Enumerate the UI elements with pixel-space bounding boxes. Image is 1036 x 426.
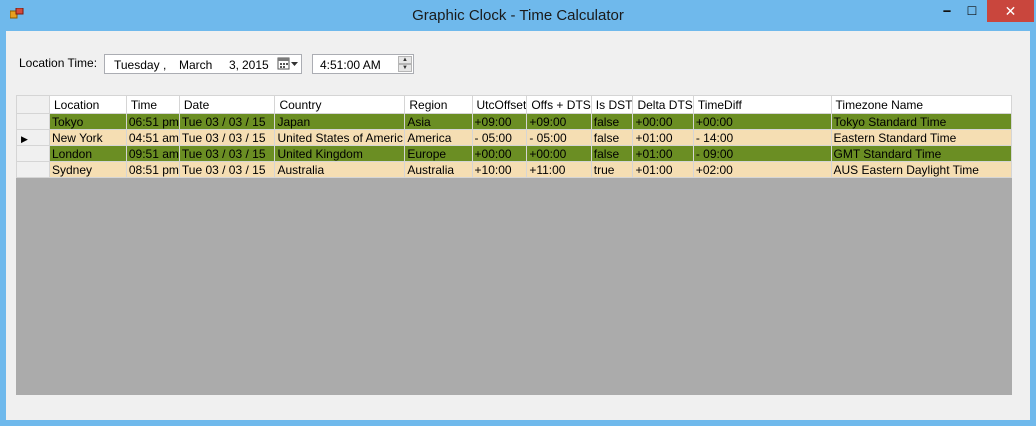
cell-time[interactable]: 04:51 am (125, 129, 180, 146)
table-row[interactable]: London 09:51 am Tue 03 / 03 / 15 United Kin… (16, 145, 1013, 162)
cell-region[interactable]: America (404, 129, 473, 146)
close-button[interactable]: ✕ (987, 0, 1034, 22)
cell-is-dst[interactable]: false (590, 145, 634, 162)
cell-date[interactable]: Tue 03 / 03 / 15 (178, 113, 276, 130)
cell-country[interactable]: Australia (274, 161, 406, 178)
cell-timezone-name[interactable]: Tokyo Standard Time (830, 113, 1013, 130)
cell-offs-dts[interactable]: +11:00 (526, 161, 592, 178)
column-header-time[interactable]: Time (125, 95, 180, 114)
cell-delta-dts[interactable]: +00:00 (632, 113, 694, 130)
cell-time[interactable]: 09:51 am (125, 145, 180, 162)
window-frame-right (1030, 31, 1036, 426)
column-header-country[interactable]: Country (274, 95, 406, 114)
cell-country[interactable]: Japan (274, 113, 406, 130)
cell-delta-dts[interactable]: +01:00 (632, 161, 694, 178)
row-header[interactable]: ▶ (16, 129, 50, 146)
cell-is-dst[interactable]: false (590, 129, 634, 146)
cell-timediff[interactable]: - 14:00 (692, 129, 832, 146)
cell-utcoffset[interactable]: +09:00 (471, 113, 528, 130)
cell-date[interactable]: Tue 03 / 03 / 15 (178, 129, 276, 146)
cell-timezone-name[interactable]: Eastern Standard Time (830, 129, 1013, 146)
date-day[interactable]: 3, (229, 58, 239, 72)
time-value[interactable]: 4:51:00 AM (320, 58, 381, 72)
column-header-delta-dts[interactable]: Delta DTS (632, 95, 694, 114)
cell-delta-dts[interactable]: +01:00 (632, 145, 694, 162)
row-header[interactable] (16, 113, 50, 130)
cell-location[interactable]: London (48, 145, 127, 162)
date-picker[interactable]: Tuesday , March 3, 2015 (104, 54, 302, 74)
time-grid[interactable]: Location Time Date Country Region UtcOff… (16, 95, 1013, 395)
column-header-offs-dts[interactable]: Offs + DTS (526, 95, 592, 114)
cell-date[interactable]: Tue 03 / 03 / 15 (178, 145, 276, 162)
cell-location[interactable]: Sydney (48, 161, 127, 178)
cell-region[interactable]: Australia (404, 161, 473, 178)
cell-is-dst[interactable]: false (590, 113, 634, 130)
row-header[interactable] (16, 161, 50, 178)
cell-utcoffset[interactable]: +10:00 (471, 161, 528, 178)
grid-header-row: Location Time Date Country Region UtcOff… (16, 95, 1013, 114)
window-title: Graphic Clock - Time Calculator (412, 7, 624, 24)
column-header-timezone-name[interactable]: Timezone Name (830, 95, 1013, 114)
cell-country[interactable]: United Kingdom (274, 145, 406, 162)
cell-offs-dts[interactable]: +00:00 (526, 145, 592, 162)
cell-timezone-name[interactable]: GMT Standard Time (830, 145, 1013, 162)
column-header-location[interactable]: Location (48, 95, 127, 114)
column-header-region[interactable]: Region (404, 95, 473, 114)
cell-offs-dts[interactable]: - 05:00 (526, 129, 592, 146)
date-separator: , (163, 58, 167, 72)
cell-region[interactable]: Asia (404, 113, 473, 130)
cell-timezone-name[interactable]: AUS Eastern Daylight Time (830, 161, 1013, 178)
column-header-timediff[interactable]: TimeDiff (692, 95, 832, 114)
row-header-corner (16, 95, 50, 114)
table-row[interactable]: Sydney 08:51 pm Tue 03 / 03 / 15 Australia A… (16, 161, 1013, 178)
cell-date[interactable]: Tue 03 / 03 / 15 (178, 161, 276, 178)
time-grid-table: Location Time Date Country Region UtcOff… (16, 95, 1013, 178)
window-frame-left (0, 31, 6, 426)
cell-country[interactable]: United States of Americ (274, 129, 406, 146)
table-row[interactable]: Tokyo 06:51 pm Tue 03 / 03 / 15 Japan Asia +0… (16, 113, 1013, 130)
row-header[interactable] (16, 145, 50, 162)
current-row-arrow-icon: ▶ (21, 133, 28, 144)
table-row[interactable]: ▶ New York 04:51 am Tue 03 / 03 / 15 United … (16, 129, 1013, 146)
column-header-utcoffset[interactable]: UtcOffset (471, 95, 528, 114)
column-header-is-dst[interactable]: Is DST (590, 95, 634, 114)
cell-location[interactable]: New York (48, 129, 127, 146)
window-frame-bottom (0, 420, 1036, 426)
cell-offs-dts[interactable]: +09:00 (526, 113, 592, 130)
date-year[interactable]: 2015 (242, 58, 269, 72)
location-time-label: Location Time: (19, 56, 98, 70)
time-picker[interactable]: 4:51:00 AM ▲ ▼ (312, 54, 414, 74)
app-window: Graphic Clock - Time Calculator 🗕 ☐ ✕ Lo… (0, 0, 1036, 426)
cell-is-dst[interactable]: true (590, 161, 634, 178)
spin-up-icon[interactable]: ▲ (398, 56, 412, 64)
date-weekday[interactable]: Tuesday (114, 58, 160, 72)
spin-down-icon[interactable]: ▼ (398, 64, 412, 72)
cell-timediff[interactable]: +00:00 (692, 113, 832, 130)
column-header-date[interactable]: Date (178, 95, 276, 114)
cell-location[interactable]: Tokyo (48, 113, 127, 130)
time-spinner[interactable]: ▲ ▼ (398, 56, 412, 72)
cell-delta-dts[interactable]: +01:00 (632, 129, 694, 146)
cell-region[interactable]: Europe (404, 145, 473, 162)
cell-time[interactable]: 06:51 pm (125, 113, 180, 130)
cell-time[interactable]: 08:51 pm (125, 161, 180, 178)
cell-utcoffset[interactable]: +00:00 (471, 145, 528, 162)
cell-utcoffset[interactable]: - 05:00 (471, 129, 528, 146)
date-month[interactable]: March (179, 58, 212, 72)
cell-timediff[interactable]: - 09:00 (692, 145, 832, 162)
title-bar[interactable]: Graphic Clock - Time Calculator 🗕 ☐ ✕ (0, 0, 1036, 31)
cell-timediff[interactable]: +02:00 (692, 161, 832, 178)
maximize-button[interactable]: ☐ (958, 0, 986, 22)
calendar-dropdown-icon[interactable] (277, 57, 299, 71)
minimize-button[interactable]: 🗕 (933, 0, 961, 22)
